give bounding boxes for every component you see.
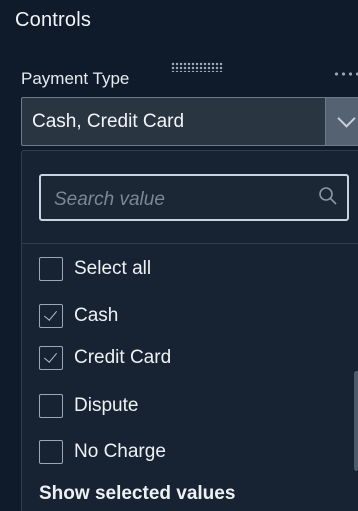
list-item[interactable]: Credit Card: [39, 345, 171, 371]
select-value: Cash, Credit Card: [32, 111, 185, 132]
list-item[interactable]: Cash: [39, 303, 118, 329]
control-label: Payment Type: [21, 69, 130, 88]
list-item[interactable]: No Charge: [39, 439, 166, 465]
option-label: Cash: [74, 305, 119, 326]
option-label: Dispute: [74, 395, 139, 416]
checkbox[interactable]: [39, 394, 63, 418]
more-options-icon[interactable]: [333, 70, 358, 78]
search-placeholder: Search value: [54, 189, 165, 210]
panel-title: Controls: [15, 9, 92, 31]
dropdown-toggle-button[interactable]: [325, 98, 358, 145]
search-icon: [319, 187, 337, 205]
chevron-down-icon: [337, 109, 356, 128]
drag-handle-icon[interactable]: [171, 62, 223, 72]
select-all-option[interactable]: Select all: [39, 256, 151, 282]
option-label: Credit Card: [74, 347, 172, 368]
dropdown-panel: Search value Select all Cash Credit Card Di…: [21, 150, 358, 511]
payment-type-select[interactable]: Cash, Credit Card: [21, 97, 358, 146]
checkbox[interactable]: [39, 346, 63, 370]
checkbox[interactable]: [39, 440, 63, 464]
list-item[interactable]: Dispute: [39, 393, 138, 419]
checkbox[interactable]: [39, 257, 63, 281]
option-label: No Charge: [74, 441, 166, 462]
search-input[interactable]: Search value: [39, 174, 349, 221]
dropdown-divider: [22, 243, 358, 244]
show-selected-values-link[interactable]: Show selected values: [39, 483, 235, 505]
scrollbar[interactable]: [354, 371, 358, 471]
option-label: Select all: [74, 258, 152, 279]
checkbox[interactable]: [39, 304, 63, 328]
